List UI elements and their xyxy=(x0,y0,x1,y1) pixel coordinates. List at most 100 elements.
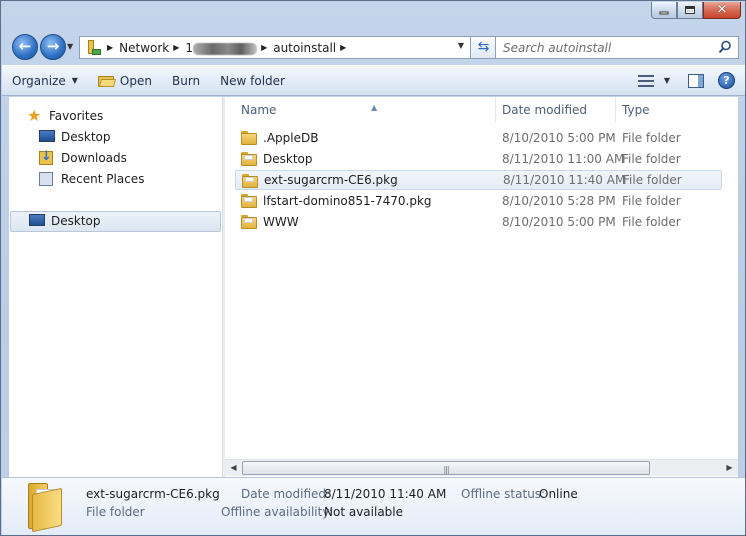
view-options-chevron-down-icon[interactable]: ▼ xyxy=(664,76,670,85)
table-row[interactable]: WWW 8/10/2010 5:00 PM File folder xyxy=(235,212,722,232)
nav-item-label: Recent Places xyxy=(61,172,145,186)
file-name: .AppleDB xyxy=(263,131,319,145)
burn-button[interactable]: Burn xyxy=(162,66,210,95)
minimize-icon xyxy=(659,11,669,15)
folder-icon xyxy=(241,131,257,145)
preview-pane-icon[interactable] xyxy=(688,73,704,88)
scroll-left-icon[interactable]: ◀ xyxy=(225,460,242,476)
breadcrumb-host[interactable]: 1 xyxy=(185,41,193,55)
table-row[interactable]: Desktop 8/11/2010 11:00 AM File folder xyxy=(235,149,722,169)
grip-icon: ||| xyxy=(443,465,449,474)
caption-buttons: ✕ xyxy=(651,2,741,19)
nav-item-desktop-root[interactable]: Desktop xyxy=(29,211,101,231)
search-box[interactable] xyxy=(495,36,739,59)
open-label: Open xyxy=(119,73,152,88)
scrollbar-thumb[interactable]: ||| xyxy=(242,461,650,475)
organize-button[interactable]: Organize ▼ xyxy=(2,66,88,95)
details-date-value: 8/11/2010 11:40 AM xyxy=(324,487,447,501)
nav-item-desktop[interactable]: Desktop xyxy=(39,127,111,147)
column-header-type[interactable]: Type xyxy=(616,97,738,123)
scroll-right-icon[interactable]: ▶ xyxy=(721,460,738,476)
sort-ascending-icon: ▲ xyxy=(371,103,378,112)
column-header-name[interactable]: Name ▲ xyxy=(235,97,496,123)
open-folder-icon xyxy=(97,74,116,87)
nav-item-label: Downloads xyxy=(61,151,127,165)
table-row[interactable]: lfstart-domino851-7470.pkg 8/10/2010 5:2… xyxy=(235,191,722,211)
maximize-button[interactable] xyxy=(677,2,703,19)
table-row-selected[interactable]: ext-sugarcrm-CE6.pkg 8/11/2010 11:40 AM … xyxy=(235,170,722,190)
network-location-icon xyxy=(83,39,103,57)
folder-icon xyxy=(241,152,257,166)
details-name: ext-sugarcrm-CE6.pkg xyxy=(86,487,220,501)
chevron-right-icon[interactable]: ▶ xyxy=(340,43,346,52)
nav-item-recent-places[interactable]: Recent Places xyxy=(39,169,144,189)
details-date-label: Date modified: xyxy=(241,487,331,501)
chevron-down-icon: ▼ xyxy=(71,76,78,85)
address-bar[interactable]: ▶ Network ▶ 1 ▶ autoinstall ▶ ▼ xyxy=(79,36,471,59)
breadcrumb-network[interactable]: Network xyxy=(119,41,169,55)
back-button[interactable]: ← xyxy=(12,34,38,60)
explorer-window: ✕ ← → ▼ ▶ Network ▶ 1 ▶ autoinstall ▶ ▼ … xyxy=(0,0,746,536)
file-list: Name ▲ Date modified Type .AppleDB 8/10/… xyxy=(225,97,738,477)
chevron-right-icon[interactable]: ▶ xyxy=(107,43,113,52)
close-button[interactable]: ✕ xyxy=(703,2,741,19)
organize-label: Organize xyxy=(12,73,66,88)
file-date: 8/10/2010 5:00 PM xyxy=(502,215,616,229)
column-header-label: Type xyxy=(622,103,650,117)
navigation-row: ← → ▼ ▶ Network ▶ 1 ▶ autoinstall ▶ ▼ ⇆ xyxy=(9,33,739,61)
favorites-star-icon: ★ xyxy=(27,105,42,125)
file-name: lfstart-domino851-7470.pkg xyxy=(263,194,432,208)
column-header-date[interactable]: Date modified xyxy=(496,97,616,123)
recent-pages-chevron-down-icon[interactable]: ▼ xyxy=(67,42,73,51)
details-offline-availability-value: Not available xyxy=(324,505,404,519)
details-type: File folder xyxy=(86,505,145,519)
nav-item-downloads[interactable]: Downloads xyxy=(39,148,127,168)
details-offline-availability-label: Offline availability: xyxy=(221,505,333,519)
help-icon[interactable]: ? xyxy=(718,72,735,89)
new-folder-label: New folder xyxy=(220,73,285,88)
folder-icon xyxy=(242,174,258,188)
breadcrumb: ▶ Network ▶ 1 ▶ autoinstall ▶ xyxy=(103,37,352,58)
downloads-icon xyxy=(39,149,53,165)
command-bar-right: ▼ ? xyxy=(637,66,735,95)
file-type: File folder xyxy=(622,215,681,229)
file-name: Desktop xyxy=(263,152,313,166)
nav-item-label: Favorites xyxy=(49,109,104,123)
chevron-right-icon[interactable]: ▶ xyxy=(173,43,179,52)
navigation-pane: ★ Favorites Desktop Downloads Recent Pla… xyxy=(9,97,223,477)
horizontal-scrollbar[interactable]: ◀ ||| ▶ xyxy=(225,459,738,476)
folder-icon xyxy=(241,194,257,208)
file-name: WWW xyxy=(263,215,299,229)
address-history-chevron-down-icon[interactable]: ▼ xyxy=(458,41,464,50)
forward-button[interactable]: → xyxy=(40,34,66,60)
table-row[interactable]: .AppleDB 8/10/2010 5:00 PM File folder xyxy=(235,128,722,148)
refresh-button[interactable]: ⇆ xyxy=(471,36,497,59)
file-type: File folder xyxy=(622,131,681,145)
file-date: 8/10/2010 5:00 PM xyxy=(502,131,616,145)
details-offline-status-value: Online xyxy=(539,487,578,501)
search-input[interactable] xyxy=(503,38,703,58)
column-headers: Name ▲ Date modified Type xyxy=(225,97,738,123)
details-offline-status-label: Offline status: xyxy=(461,487,546,501)
open-button[interactable]: Open xyxy=(88,66,162,95)
file-date: 8/11/2010 11:00 AM xyxy=(502,152,625,166)
selected-folder-icon xyxy=(28,483,66,533)
file-date: 8/10/2010 5:28 PM xyxy=(502,194,616,208)
minimize-button[interactable] xyxy=(651,2,677,19)
maximize-icon xyxy=(685,6,695,14)
chevron-right-icon[interactable]: ▶ xyxy=(261,43,267,52)
details-pane: ext-sugarcrm-CE6.pkg File folder Date mo… xyxy=(2,477,745,535)
redacted-host-name xyxy=(193,42,258,55)
change-view-icon[interactable] xyxy=(637,74,654,87)
breadcrumb-autoinstall[interactable]: autoinstall xyxy=(273,41,336,55)
file-name: ext-sugarcrm-CE6.pkg xyxy=(264,173,398,187)
nav-item-label: Desktop xyxy=(61,130,111,144)
file-type: File folder xyxy=(622,152,681,166)
folder-icon xyxy=(241,215,257,229)
nav-item-label: Desktop xyxy=(51,214,101,228)
new-folder-button[interactable]: New folder xyxy=(210,66,295,95)
search-icon[interactable] xyxy=(718,40,732,54)
file-type: File folder xyxy=(623,173,682,187)
recent-places-icon xyxy=(39,171,53,186)
nav-item-favorites[interactable]: ★ Favorites xyxy=(27,106,103,126)
